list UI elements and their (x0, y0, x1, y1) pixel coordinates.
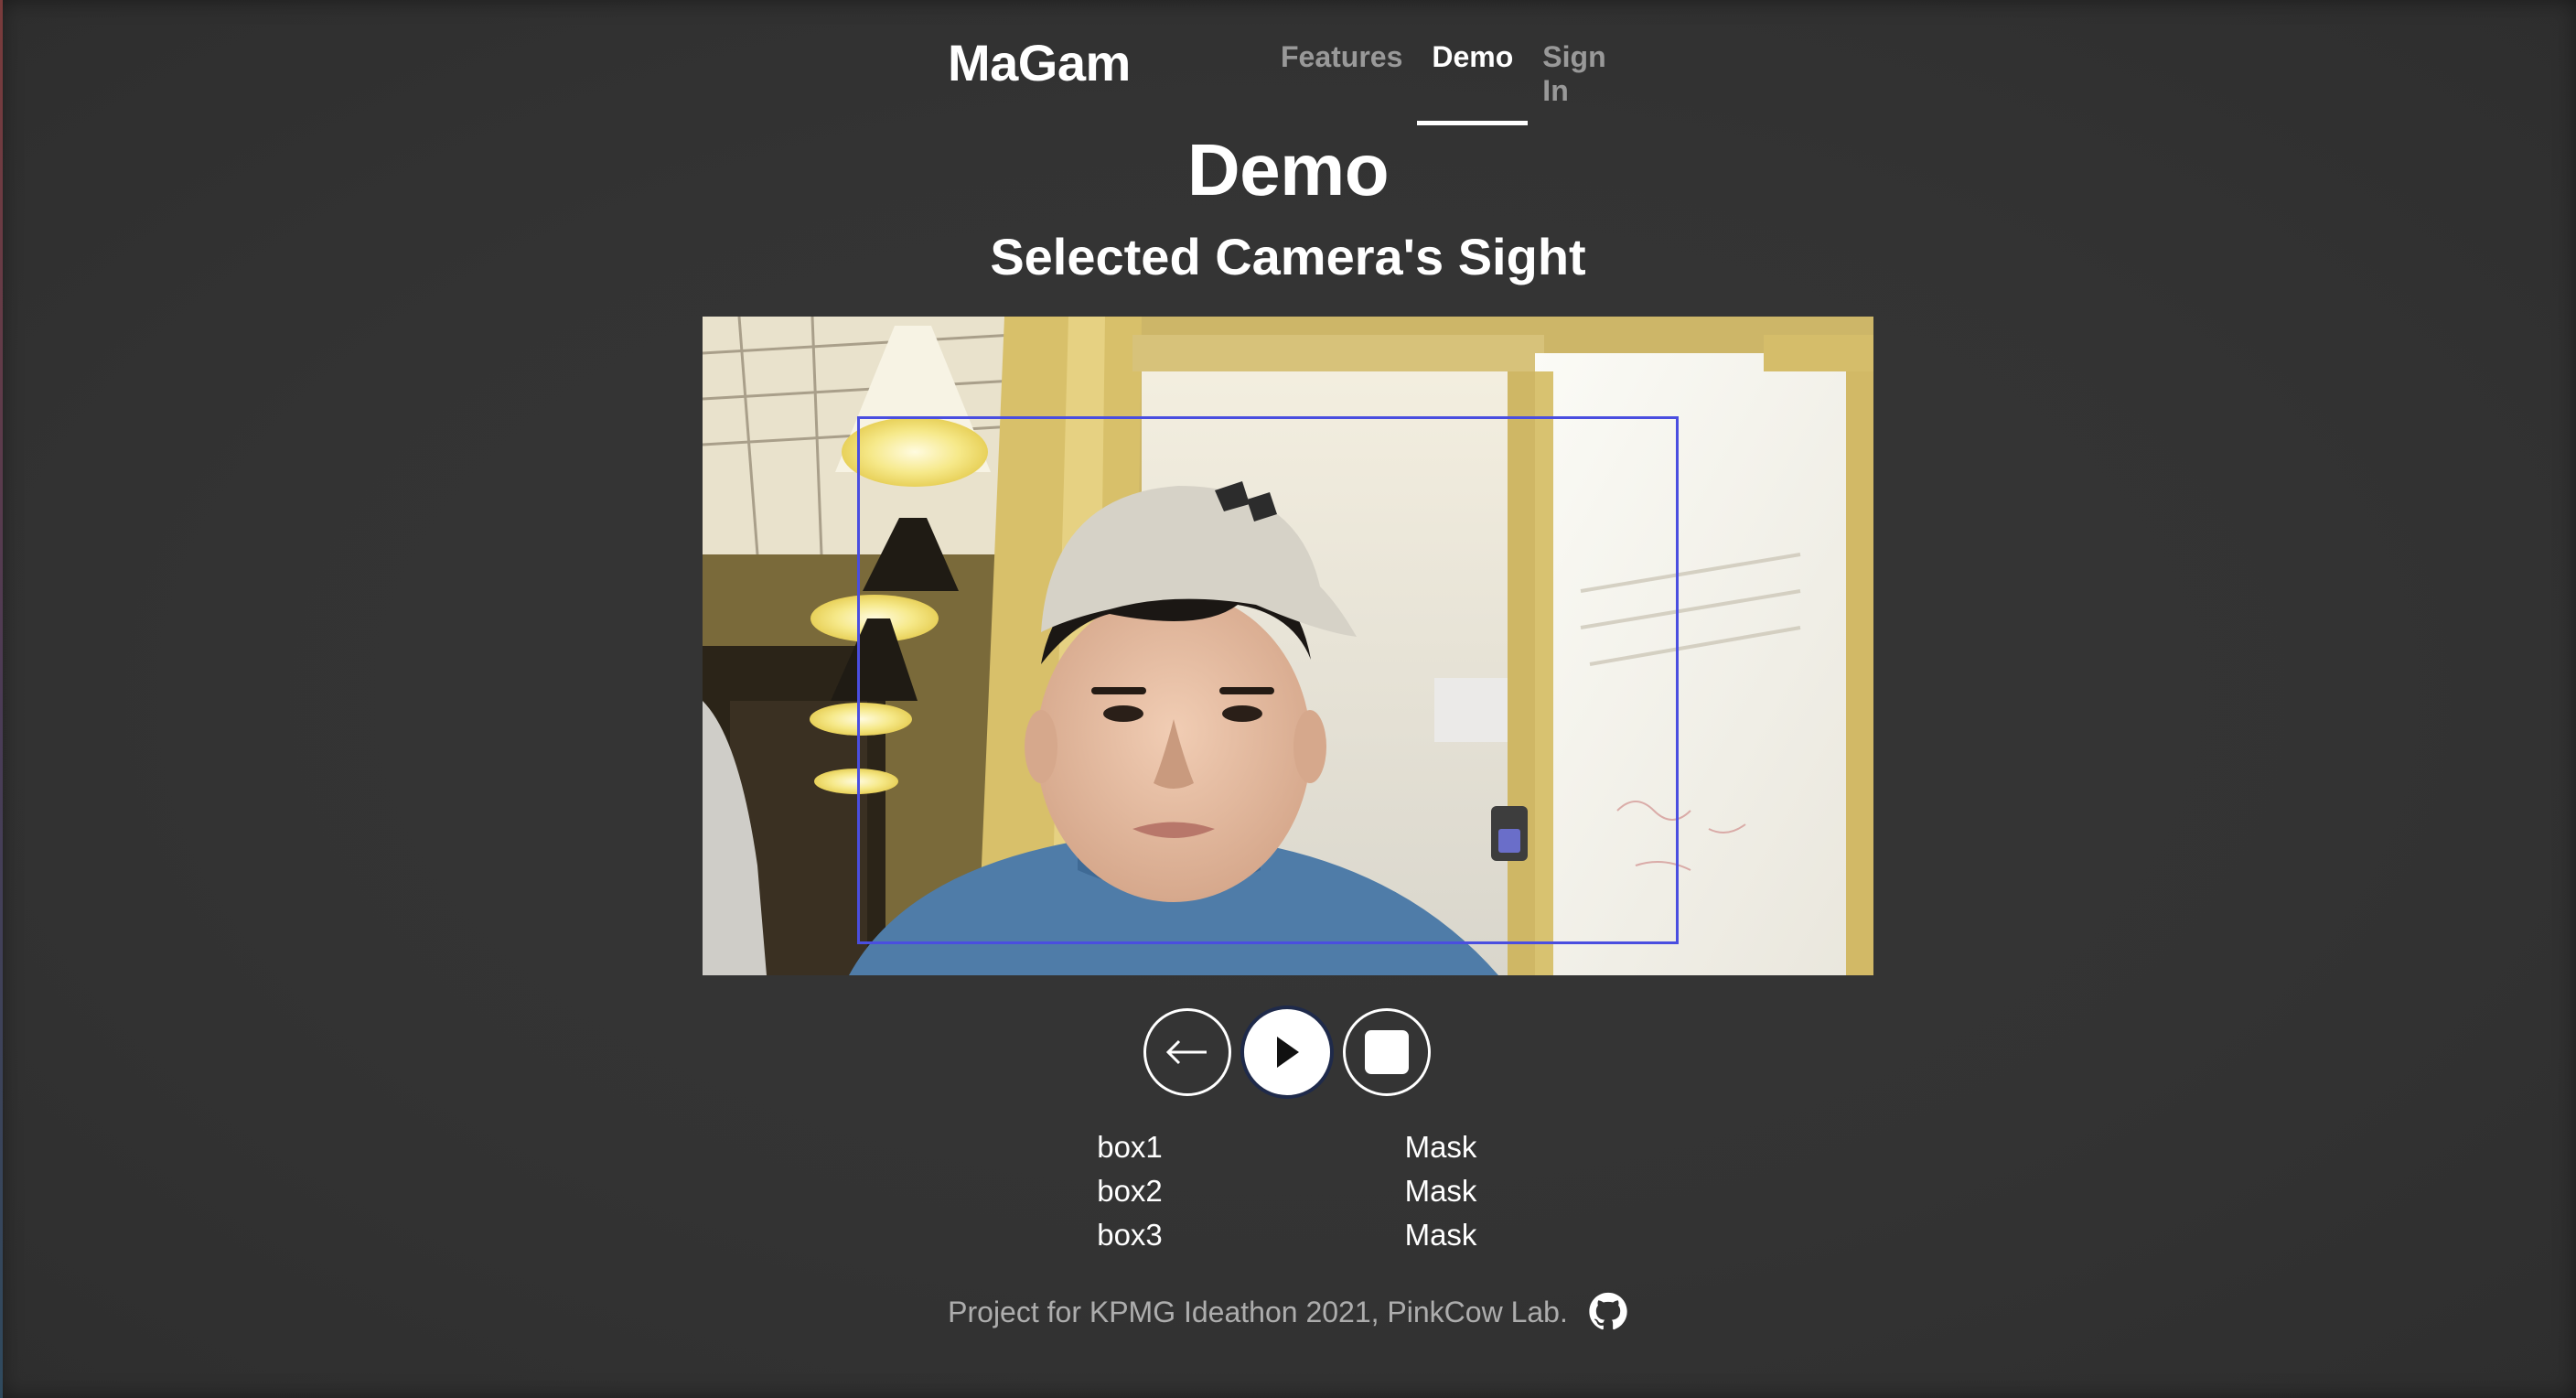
nav-link-demo[interactable]: Demo (1417, 40, 1529, 125)
page: MaGam Features Demo Sign In Demo Selecte… (0, 0, 2576, 1398)
top-nav: MaGam Features Demo Sign In (948, 27, 1634, 125)
list-item: box2 Mask (1052, 1169, 1528, 1213)
nav-link-sign-in[interactable]: Sign In (1528, 40, 1634, 125)
detection-list: box1 Mask box2 Mask box3 Mask (1052, 1125, 1528, 1257)
list-item: box3 Mask (1052, 1213, 1528, 1257)
nav-links: Features Demo Sign In (1266, 40, 1634, 125)
nav-link-features[interactable]: Features (1266, 40, 1417, 125)
box-status: Mask (1404, 1174, 1477, 1208)
page-subtitle: Selected Camera's Sight (990, 228, 1586, 285)
brand-logo[interactable]: MaGam (948, 33, 1131, 92)
list-item: box1 Mask (1052, 1125, 1528, 1169)
box-name: box3 (1097, 1218, 1163, 1252)
box-status: Mask (1404, 1130, 1477, 1164)
arrow-left-icon (1165, 1039, 1207, 1065)
stop-icon (1365, 1030, 1409, 1074)
page-title: Demo (1186, 129, 1390, 210)
play-icon (1277, 1037, 1299, 1068)
box-name: box2 (1097, 1174, 1163, 1208)
github-icon[interactable] (1588, 1292, 1628, 1332)
box-name: box1 (1097, 1130, 1163, 1164)
detection-box (857, 416, 1679, 944)
camera-feed (703, 317, 1873, 975)
box-status: Mask (1404, 1218, 1477, 1252)
playback-controls (1143, 1005, 1433, 1100)
footer-text: Project for KPMG Ideathon 2021, PinkCow … (948, 1295, 1568, 1328)
back-button[interactable] (1143, 1008, 1231, 1096)
footer: Project for KPMG Ideathon 2021, PinkCow … (0, 1292, 2576, 1332)
play-button[interactable] (1240, 1005, 1334, 1099)
stop-button[interactable] (1343, 1008, 1431, 1096)
